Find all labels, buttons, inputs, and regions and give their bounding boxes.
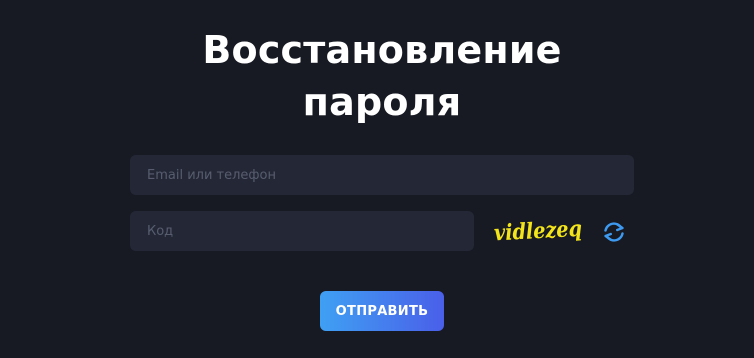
submit-button[interactable]: ОТПРАВИТЬ: [320, 291, 444, 331]
password-recovery-page: Восстановление пароля vidlezeq ОТПРАВИТЬ: [0, 0, 754, 358]
page-title-line-1: Восстановление: [202, 28, 562, 72]
email-or-phone-input[interactable]: [130, 155, 634, 195]
captcha-text: vidlezeq: [493, 216, 582, 247]
captcha-code-input[interactable]: [130, 211, 474, 251]
refresh-icon[interactable]: [601, 220, 627, 244]
captcha-image: vidlezeq: [493, 216, 582, 247]
page-title-line-2: пароля: [302, 80, 462, 124]
page-title: Восстановление пароля: [0, 24, 754, 128]
